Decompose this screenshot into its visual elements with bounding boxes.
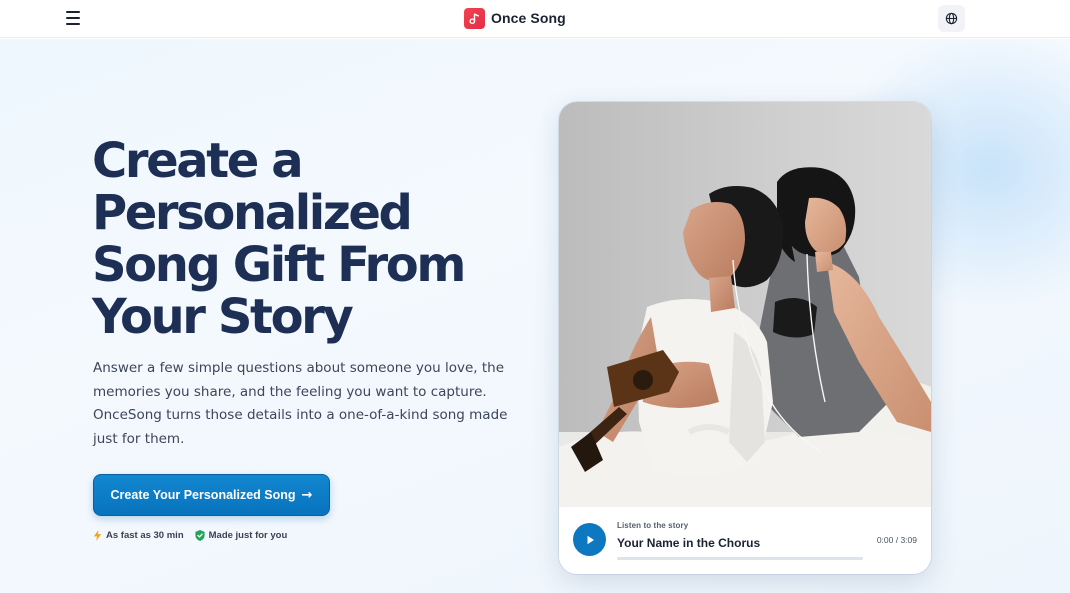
- hero-photo: [559, 102, 931, 507]
- hero-headline: Create a Personalized Song Gift From You…: [92, 133, 466, 345]
- language-button[interactable]: [938, 5, 965, 32]
- create-song-button-label: Create Your Personalized Song: [110, 488, 296, 502]
- hero-subtitle: Answer a few simple questions about some…: [93, 360, 508, 447]
- hero-section: Create a Personalized Song Gift From You…: [0, 39, 1070, 593]
- arrow-right-icon: →: [301, 487, 313, 503]
- music-note-icon: [464, 7, 485, 29]
- player-kicker: Listen to the story: [617, 521, 689, 530]
- menu-button[interactable]: [66, 11, 82, 25]
- progress-bar[interactable]: [617, 557, 863, 560]
- badge-personal: Made just for you: [195, 529, 288, 541]
- audio-player: Listen to the story Your Name in the Cho…: [559, 507, 931, 574]
- lightning-icon: [93, 529, 102, 541]
- play-button[interactable]: [573, 523, 606, 556]
- globe-icon: [945, 12, 958, 25]
- create-song-button[interactable]: Create Your Personalized Song →: [93, 474, 330, 516]
- play-icon: [587, 535, 594, 544]
- brand-name: Once Song: [491, 10, 566, 26]
- hamburger-icon: [66, 11, 80, 13]
- track-title: Your Name in the Chorus: [617, 536, 761, 550]
- badge-speed: As fast as 30 min: [93, 530, 184, 541]
- brand-logo-link[interactable]: Once Song: [464, 7, 566, 29]
- top-navigation-bar: Once Song: [0, 0, 1070, 38]
- badge-personal-label: Made just for you: [208, 529, 288, 541]
- track-time: 0:00 / 3:09: [876, 535, 917, 545]
- badge-speed-label: As fast as 30 min: [106, 529, 184, 541]
- song-preview-card: Listen to the story Your Name in the Cho…: [559, 102, 931, 574]
- shield-check-icon: [195, 529, 205, 541]
- feature-badges: As fast as 30 min Made just for you: [93, 528, 287, 542]
